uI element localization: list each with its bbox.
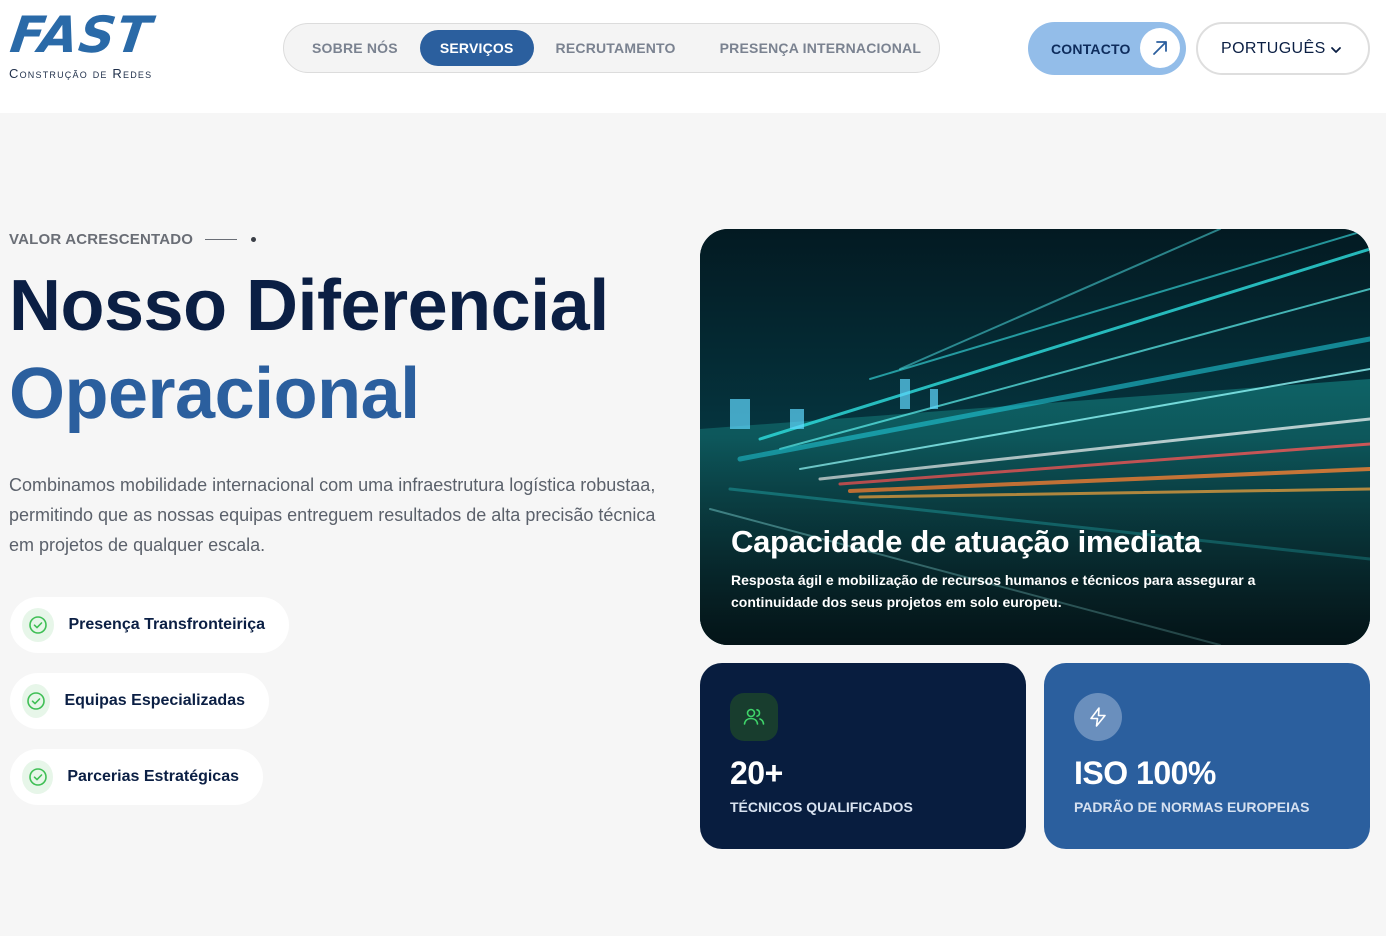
stat-card-iso: ISO 100% PADRÃO DE NORMAS EUROPEIAS bbox=[1044, 663, 1370, 849]
stat-value: 20+ bbox=[730, 755, 783, 791]
section-title-line1: Nosso Diferencial bbox=[9, 266, 609, 346]
eyebrow-divider bbox=[205, 239, 238, 240]
nav-item-servicos[interactable]: SERVIÇOS bbox=[419, 30, 534, 66]
logo-wordmark: FAST bbox=[6, 6, 156, 64]
stat-value: ISO 100% bbox=[1074, 755, 1216, 791]
section-description: Combinamos mobilidade internacional com … bbox=[9, 475, 656, 555]
stat-label: PADRÃO DE NORMAS EUROPEIAS bbox=[1074, 799, 1310, 815]
lightning-icon bbox=[1074, 693, 1122, 741]
feature-item-parcerias: Parcerias Estratégicas bbox=[10, 749, 263, 805]
nav-item-recrutamento[interactable]: RECRUTAMENTO bbox=[534, 30, 698, 66]
nav-item-sobre-nos[interactable]: SOBRE NÓS bbox=[290, 30, 420, 66]
stat-label: TÉCNICOS QUALIFICADOS bbox=[730, 799, 913, 815]
hero-title: Capacidade de atuação imediata bbox=[731, 524, 1201, 559]
feature-item-equipas: Equipas Especializadas bbox=[10, 673, 269, 729]
check-circle-icon bbox=[22, 684, 51, 718]
feature-label: Presença Transfronteiriça bbox=[68, 616, 265, 633]
eyebrow-dot bbox=[251, 237, 257, 242]
contact-label: CONTACTO bbox=[1051, 40, 1131, 57]
stat-card-tecnicos: 20+ TÉCNICOS QUALIFICADOS bbox=[700, 663, 1026, 849]
contact-button[interactable]: CONTACTO bbox=[1028, 22, 1186, 75]
feature-label: Equipas Especializadas bbox=[64, 692, 245, 709]
brand-logo[interactable]: FAST Construção de Redes bbox=[6, 6, 199, 84]
hero-text: Resposta ágil e mobilização de recursos … bbox=[731, 572, 1256, 610]
section-eyebrow: VALOR ACRESCENTADO bbox=[9, 231, 257, 248]
section-title-line2: Operacional bbox=[9, 354, 420, 434]
site-header: FAST Construção de Redes SOBRE NÓS SERVI… bbox=[0, 0, 1386, 113]
eyebrow-text: VALOR ACRESCENTADO bbox=[9, 231, 194, 248]
logo-tagline: Construção de Redes bbox=[9, 66, 153, 81]
language-label: PORTUGUÊS bbox=[1221, 39, 1326, 57]
check-circle-icon bbox=[22, 760, 54, 794]
language-selector[interactable]: PORTUGUÊS bbox=[1196, 22, 1370, 75]
check-circle-icon bbox=[22, 608, 55, 642]
users-icon bbox=[730, 693, 778, 741]
main-nav: SOBRE NÓS SERVIÇOS RECRUTAMENTO PRESENÇA… bbox=[283, 23, 940, 73]
arrow-up-right-icon bbox=[1140, 28, 1180, 68]
feature-item-presenca: Presença Transfronteiriça bbox=[10, 597, 289, 653]
feature-label: Parcerias Estratégicas bbox=[67, 768, 239, 785]
chevron-down-icon bbox=[1330, 43, 1342, 61]
nav-item-presenca-internacional[interactable]: PRESENÇA INTERNACIONAL bbox=[698, 30, 943, 66]
